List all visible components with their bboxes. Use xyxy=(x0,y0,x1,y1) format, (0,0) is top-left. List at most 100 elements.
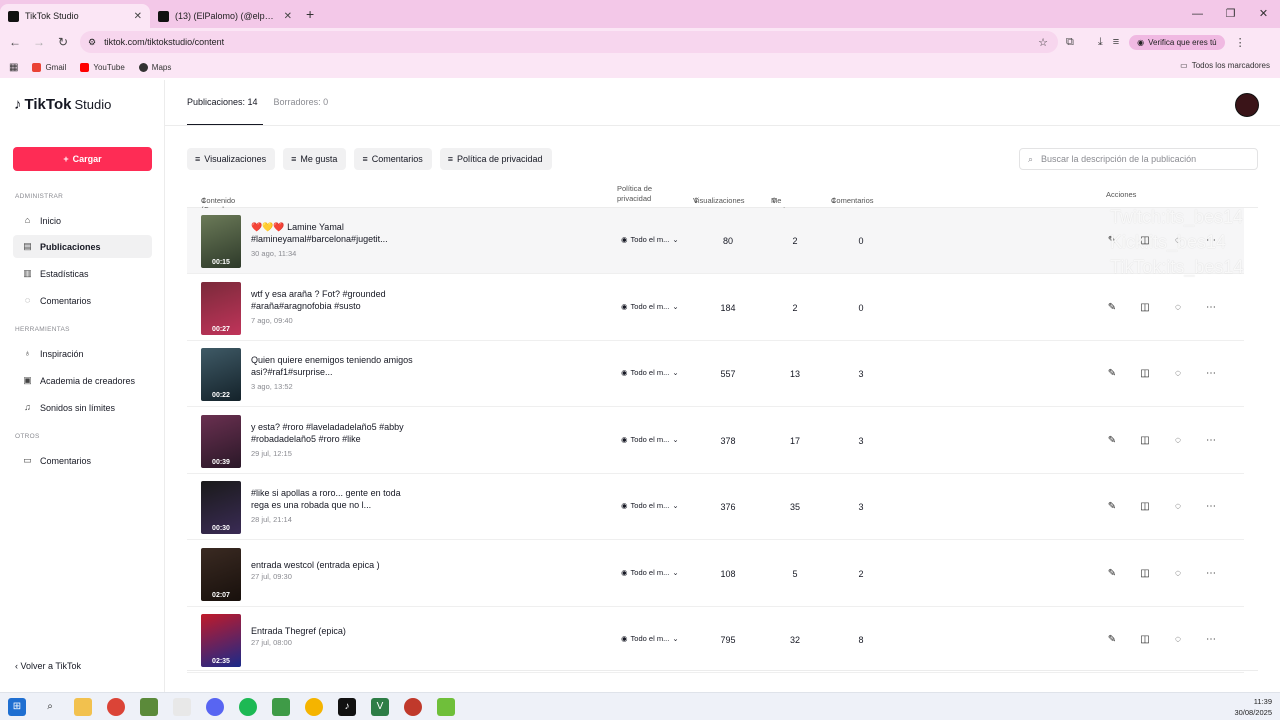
analytics-icon[interactable]: ◫ xyxy=(1139,302,1151,313)
table-row[interactable]: 00:27 wtf y esa araña ? Fot? #grounded #… xyxy=(187,275,1244,341)
privacy-dropdown[interactable]: ◉ Todo el m... ⌄ xyxy=(621,302,679,311)
apps-grid-icon[interactable]: ▦ xyxy=(9,62,18,73)
bookmark-star-icon[interactable]: ☆ xyxy=(1038,36,1048,49)
video-thumbnail[interactable]: 02:07 xyxy=(201,547,241,601)
discord-icon[interactable] xyxy=(206,697,224,716)
forward-icon[interactable]: → xyxy=(27,35,51,49)
bookmark-youtube[interactable]: YouTube xyxy=(80,62,125,72)
more-options-icon[interactable]: ⋯ xyxy=(1205,501,1217,512)
table-row[interactable]: 00:39 y esta? #roro #laveladadelaño5 #ab… xyxy=(187,408,1244,474)
close-tab-icon[interactable]: ✕ xyxy=(284,11,292,22)
privacy-dropdown[interactable]: ◉ Todo el m... ⌄ xyxy=(621,235,679,244)
all-bookmarks[interactable]: ▭ Todos los marcadores xyxy=(1180,61,1270,70)
video-thumbnail[interactable]: 00:15 xyxy=(201,215,241,268)
privacy-dropdown[interactable]: ◉ Todo el m... ⌄ xyxy=(621,501,679,510)
edit-icon[interactable]: ✎ xyxy=(1106,568,1118,579)
notepad-icon[interactable] xyxy=(173,697,191,716)
analytics-icon[interactable]: ◫ xyxy=(1139,435,1151,446)
sidebar-item-sonidos[interactable]: ♫ Sonidos sin límites xyxy=(13,396,152,419)
sidebar-item-estadisticas[interactable]: ▥ Estadísticas xyxy=(13,262,152,285)
back-icon[interactable]: ← xyxy=(3,35,27,49)
sidebar-item-comentarios-otros[interactable]: ▭ Comentarios xyxy=(13,449,152,472)
table-row[interactable]: 00:22 Quien quiere enemigos teniendo ami… xyxy=(187,341,1244,407)
post-description[interactable]: #like si apollas a roro... gente en toda… xyxy=(251,487,421,511)
privacy-dropdown[interactable]: ◉ Todo el m... ⌄ xyxy=(621,435,679,444)
tiktok-studio-logo[interactable]: ♪ TikTok Studio xyxy=(14,96,111,113)
tiktok-icon[interactable]: ♪ xyxy=(338,697,356,716)
chrome-icon[interactable] xyxy=(107,697,125,716)
close-window-icon[interactable]: ✕ xyxy=(1247,0,1280,28)
minecraft-icon[interactable] xyxy=(140,697,158,716)
analytics-icon[interactable]: ◫ xyxy=(1139,368,1151,379)
extensions-icon[interactable]: ⧉ xyxy=(1066,36,1074,49)
spotify-icon[interactable] xyxy=(239,697,257,716)
edit-icon[interactable]: ✎ xyxy=(1106,302,1118,313)
tab-publicaciones[interactable]: Publicaciones: 14 xyxy=(187,97,258,107)
minimize-icon[interactable]: — xyxy=(1181,0,1214,28)
more-options-icon[interactable]: ⋯ xyxy=(1205,435,1217,446)
site-info-icon[interactable]: ⚙ xyxy=(88,37,96,48)
app-v-icon[interactable]: V xyxy=(371,697,389,716)
search-input[interactable]: ⌕ Buscar la descripción de la publicació… xyxy=(1019,148,1258,170)
menu-dots-icon[interactable]: ⋮ xyxy=(1235,36,1246,49)
filter-visualizaciones-button[interactable]: ≡ Visualizaciones xyxy=(187,148,276,170)
game-icon[interactable] xyxy=(272,697,290,716)
back-to-tiktok-link[interactable]: ‹ Volver a TikTok xyxy=(15,661,81,671)
comment-icon[interactable]: ◌ xyxy=(1172,568,1184,579)
privacy-dropdown[interactable]: ◉ Todo el m... ⌄ xyxy=(621,568,679,577)
bookmark-gmail[interactable]: Gmail xyxy=(32,62,66,72)
privacy-dropdown[interactable]: ◉ Todo el m... ⌄ xyxy=(621,368,679,377)
comment-icon[interactable]: ◌ xyxy=(1172,302,1184,313)
more-options-icon[interactable]: ⋯ xyxy=(1205,568,1217,579)
url-field[interactable]: ⚙ tiktok.com/tiktokstudio/content ☆ xyxy=(80,31,1058,53)
edit-icon[interactable]: ✎ xyxy=(1106,435,1118,446)
browser-tab-tiktok-studio[interactable]: TikTok Studio ✕ xyxy=(0,4,150,28)
sidebar-item-comentarios[interactable]: ◌ Comentarios xyxy=(13,289,152,312)
video-thumbnail[interactable]: 00:39 xyxy=(201,414,241,468)
windows-start-icon[interactable]: ⊞ xyxy=(8,697,26,716)
verify-button[interactable]: ◉ Verifica que eres tú xyxy=(1129,34,1225,50)
upload-button[interactable]: + Cargar xyxy=(13,147,152,171)
download-icon[interactable]: ⤓ xyxy=(1098,36,1103,49)
system-clock[interactable]: 11:39 30/08/2025 xyxy=(1234,696,1272,718)
post-description[interactable]: ❤️💛❤️ Lamine Yamal #lamineyamal#barcelon… xyxy=(251,221,421,245)
edit-icon[interactable]: ✎ xyxy=(1106,634,1118,645)
file-explorer-icon[interactable] xyxy=(74,697,92,716)
filter-me-gusta-button[interactable]: ≡ Me gusta xyxy=(283,148,347,170)
comment-icon[interactable]: ◌ xyxy=(1172,634,1184,645)
reload-icon[interactable]: ↻ xyxy=(51,35,75,49)
post-description[interactable]: Quien quiere enemigos teniendo amigos as… xyxy=(251,354,421,378)
new-tab-icon[interactable]: + xyxy=(306,6,314,22)
post-description[interactable]: y esta? #roro #laveladadelaño5 #abby #ro… xyxy=(251,421,421,445)
browser-tab-elpalomo[interactable]: (13) (ElPalomo) (@elpalomo_05) ✕ xyxy=(150,4,300,28)
post-description[interactable]: Entrada Thegref (epica) xyxy=(251,625,421,637)
search-icon[interactable]: ⌕ xyxy=(41,698,59,716)
analytics-icon[interactable]: ◫ xyxy=(1139,634,1151,645)
comment-icon[interactable]: ◌ xyxy=(1172,435,1184,446)
video-thumbnail[interactable]: 00:30 xyxy=(201,481,241,534)
table-row[interactable]: 00:15 ❤️💛❤️ Lamine Yamal #lamineyamal#ba… xyxy=(187,208,1244,274)
video-thumbnail[interactable]: 02:35 xyxy=(201,614,241,667)
comment-icon[interactable]: ◌ xyxy=(1172,501,1184,512)
minecraft-launcher-icon[interactable] xyxy=(437,697,455,716)
reading-list-icon[interactable]: ≡ xyxy=(1113,36,1119,48)
table-row[interactable]: 02:07 entrada westcol (entrada epica ) 2… xyxy=(187,541,1244,607)
filter-comentarios-button[interactable]: ≡ Comentarios xyxy=(354,148,432,170)
sidebar-item-publicaciones[interactable]: ▤ Publicaciones xyxy=(13,235,152,258)
analytics-icon[interactable]: ◫ xyxy=(1139,501,1151,512)
restore-icon[interactable]: ❐ xyxy=(1214,0,1247,28)
tab-borradores[interactable]: Borradores: 0 xyxy=(274,97,329,107)
coin-icon[interactable] xyxy=(305,697,323,716)
table-row[interactable]: 02:35 Entrada Thegref (epica) 27 jul, 08… xyxy=(187,607,1244,673)
sidebar-item-academia[interactable]: ▣ Academia de creadores xyxy=(13,369,152,392)
video-thumbnail[interactable]: 00:27 xyxy=(201,281,241,335)
comment-icon[interactable]: ◌ xyxy=(1172,368,1184,379)
edit-icon[interactable]: ✎ xyxy=(1106,501,1118,512)
avatar[interactable] xyxy=(1235,93,1259,117)
video-thumbnail[interactable]: 00:22 xyxy=(201,348,241,401)
more-options-icon[interactable]: ⋯ xyxy=(1205,634,1217,645)
table-row[interactable]: 00:30 #like si apollas a roro... gente e… xyxy=(187,474,1244,540)
more-options-icon[interactable]: ⋯ xyxy=(1205,368,1217,379)
edit-icon[interactable]: ✎ xyxy=(1106,368,1118,379)
bookmark-maps[interactable]: Maps xyxy=(138,62,171,72)
